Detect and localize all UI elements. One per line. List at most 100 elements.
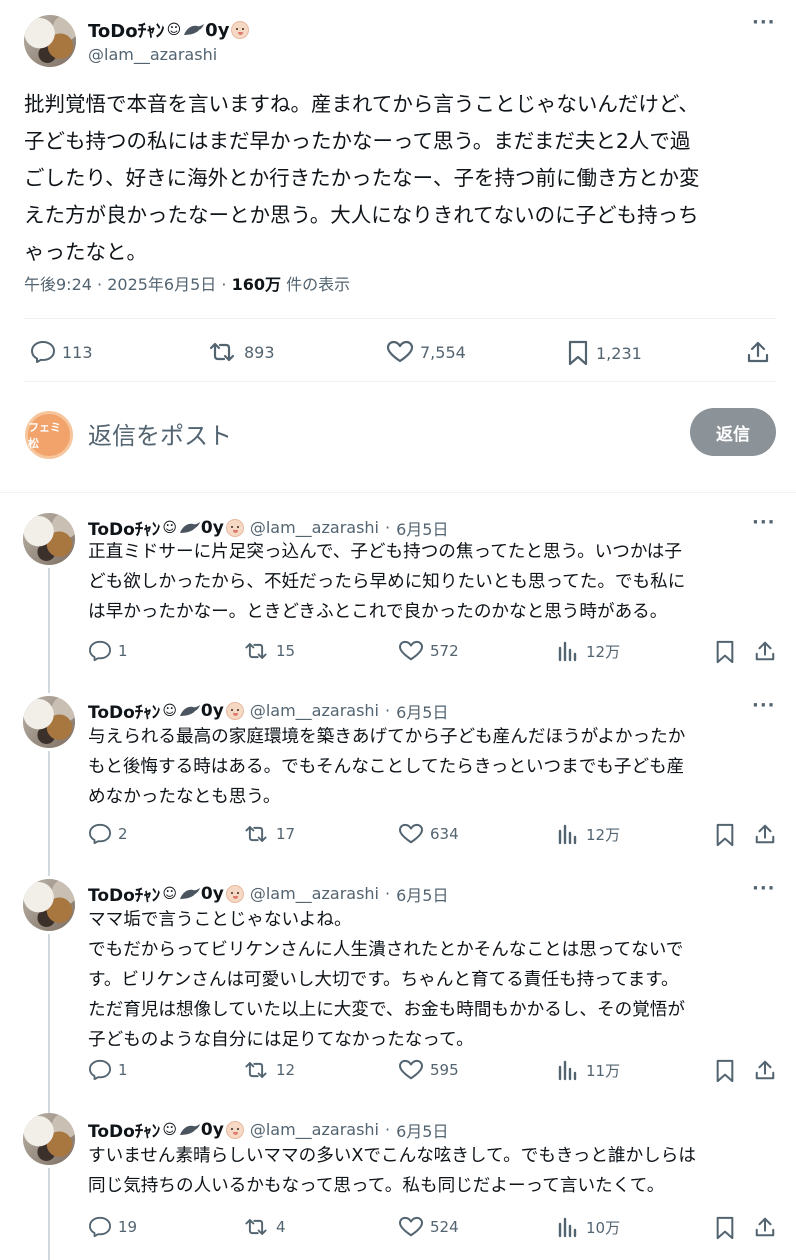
avatar[interactable] — [23, 879, 75, 931]
tweet-text-line: 批判覚悟で本音を言いますね。産まれてから言うことじゃないんだけど、 — [24, 92, 699, 116]
handle[interactable]: @lam__azarashi — [250, 701, 379, 720]
seal-icon — [179, 521, 201, 535]
heart-icon — [398, 1216, 424, 1237]
reply-icon — [31, 341, 55, 363]
divider — [0, 492, 796, 493]
like-action[interactable]: 595 — [398, 1059, 459, 1081]
like-action[interactable]: 634 — [398, 823, 459, 845]
repost-action[interactable]: 4 — [242, 1216, 286, 1238]
more-dots-icon[interactable]: ··· — [752, 12, 776, 33]
handle[interactable]: @lam__azarashi — [88, 45, 217, 64]
reply-count: 19 — [118, 1218, 138, 1236]
seal-icon — [179, 1123, 201, 1137]
views-action[interactable]: 11万 — [556, 1059, 620, 1081]
baby-face-icon — [225, 701, 244, 720]
heart-icon — [386, 340, 414, 363]
like-action[interactable]: 572 — [398, 640, 459, 662]
reply-text: ママ垢で言うことじゃないよね。 でもだからってビリケンさんに人生潰されたとかそん… — [88, 905, 778, 1055]
like-count: 524 — [430, 1218, 459, 1236]
reply-icon — [88, 1216, 111, 1238]
more-dots-icon[interactable]: ··· — [752, 512, 776, 533]
reply-date[interactable]: 6月5日 — [396, 882, 448, 906]
smiley-face-icon: ☺ — [166, 22, 182, 38]
repost-action[interactable]: 12 — [242, 1059, 295, 1081]
share-action[interactable] — [754, 1059, 782, 1081]
more-dots-icon[interactable]: ··· — [752, 878, 776, 899]
thread-line — [48, 568, 50, 693]
like-action[interactable]: 7,554 — [386, 340, 466, 364]
seal-icon — [179, 704, 201, 718]
bookmark-action[interactable]: 1,231 — [566, 340, 642, 366]
tweet-date[interactable]: 2025年6月5日 — [107, 275, 216, 294]
reply-action[interactable]: 1 — [88, 640, 128, 662]
divider — [24, 381, 776, 382]
view-count: 12万 — [586, 642, 621, 661]
handle[interactable]: @lam__azarashi — [250, 884, 379, 903]
handle[interactable]: @lam__azarashi — [250, 1120, 379, 1139]
reply-action[interactable]: 19 — [88, 1216, 137, 1238]
reply-text-line: もと後悔する時はある。でもそんなことしてたらきっといつまでも子ども産 — [88, 757, 685, 777]
reply-action[interactable]: 1 — [88, 1059, 128, 1081]
views-action[interactable]: 12万 — [556, 823, 620, 845]
author-name[interactable]: ToDoﾁｬﾝ ☺ 0y — [88, 17, 250, 43]
reply-text-line: ただ育児は想像していた以上に大変で、お金も時間もかかるし、その覚悟が — [88, 1000, 685, 1020]
avatar[interactable] — [23, 1113, 75, 1165]
author-name[interactable]: ToDoﾁｬﾝ ☺ 0y @lam__azarashi · 6月5日 — [88, 1117, 448, 1143]
reply-date[interactable]: 6月5日 — [396, 516, 448, 540]
repost-icon — [209, 342, 235, 362]
reply-count: 1 — [118, 1061, 128, 1079]
reply-count: 2 — [118, 825, 128, 843]
view-count: 11万 — [586, 1061, 621, 1080]
share-action[interactable] — [754, 1216, 782, 1238]
heart-icon — [398, 1059, 424, 1080]
like-count: 634 — [430, 825, 459, 843]
repost-count: 12 — [276, 1061, 296, 1079]
repost-count: 15 — [276, 642, 296, 660]
share-icon — [755, 641, 775, 661]
reply-text-line: 同じ気持ちの人いるかもなって思って。私も同じだよーって言いたくて。 — [88, 1176, 665, 1196]
author-name[interactable]: ToDoﾁｬﾝ ☺ 0y @lam__azarashi · 6月5日 — [88, 881, 448, 907]
reply-date[interactable]: 6月5日 — [396, 1118, 448, 1142]
reply-text-line: す。ビリケンさんは可愛いし大切です。ちゃんと育てる責任も持ってます。 — [88, 970, 679, 990]
heart-icon — [398, 823, 424, 844]
author-name[interactable]: ToDoﾁｬﾝ ☺ 0y @lam__azarashi · 6月5日 — [88, 698, 448, 724]
repost-action[interactable]: 15 — [242, 640, 295, 662]
bookmark-action[interactable] — [714, 1216, 742, 1240]
repost-count: 893 — [244, 342, 275, 362]
handle[interactable]: @lam__azarashi — [250, 518, 379, 537]
reply-button[interactable]: 返信 — [690, 408, 776, 456]
tweet-time[interactable]: 午後9:24 — [24, 275, 92, 294]
more-dots-icon[interactable]: ··· — [752, 695, 776, 716]
current-user-avatar[interactable]: フェミ松 — [25, 411, 73, 459]
repost-action[interactable]: 893 — [206, 340, 275, 364]
share-action[interactable] — [746, 340, 776, 364]
reply-action[interactable]: 2 — [88, 823, 128, 845]
repost-icon — [245, 1062, 267, 1078]
reply-action[interactable]: 113 — [30, 340, 93, 364]
avatar[interactable] — [24, 15, 76, 67]
thread-line — [48, 751, 50, 876]
seal-icon — [183, 23, 205, 37]
views-action[interactable]: 12万 — [556, 640, 620, 662]
reply-count: 113 — [62, 342, 93, 362]
bookmark-action[interactable] — [714, 1059, 742, 1083]
reply-text: すいません素晴らしいママの多いXでこんな呟きして。でもきっと誰かしらは 同じ気持… — [88, 1141, 778, 1201]
baby-face-icon — [225, 1120, 244, 1139]
reply-input[interactable]: 返信をポスト — [88, 416, 232, 451]
tweet-text: 批判覚悟で本音を言いますね。産まれてから言うことじゃないんだけど、 子ども持つの… — [24, 86, 776, 271]
reply-date[interactable]: 6月5日 — [396, 699, 448, 723]
view-count: 160万 — [231, 275, 281, 294]
views-action[interactable]: 10万 — [556, 1216, 620, 1238]
reply-text-line: すいません素晴らしいママの多いXでこんな呟きして。でもきっと誰かしらは — [88, 1146, 696, 1166]
share-action[interactable] — [754, 640, 782, 662]
repost-action[interactable]: 17 — [242, 823, 295, 845]
avatar[interactable] — [23, 696, 75, 748]
share-action[interactable] — [754, 823, 782, 845]
reply-text-line: でもだからってビリケンさんに人生潰されたとかそんなことは思ってないで — [88, 940, 684, 960]
bookmark-action[interactable] — [714, 640, 742, 664]
bookmark-action[interactable] — [714, 823, 742, 847]
avatar[interactable] — [23, 513, 75, 565]
reply-icon — [88, 1059, 111, 1081]
like-action[interactable]: 524 — [398, 1216, 459, 1238]
share-icon — [755, 1060, 775, 1080]
